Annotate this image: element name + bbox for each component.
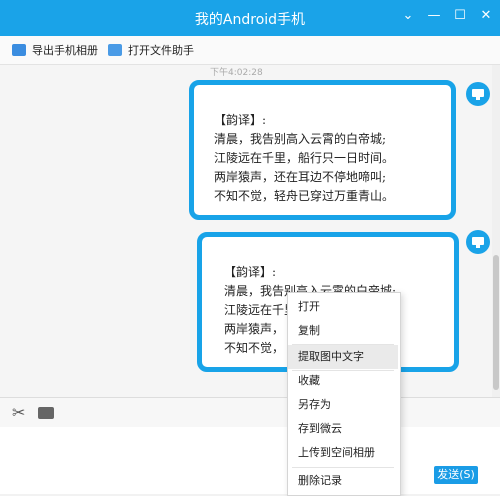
input-toolbar: ✂ [0,397,500,428]
scissors-icon[interactable]: ✂ [12,403,25,422]
export-album-button[interactable]: 导出手机相册 [12,42,98,58]
chat-area: 下午4:02:28 【韵译】: 清晨，我告别高入云霄的白帝城; 江陵远在千里，船… [0,65,492,397]
scrollbar-thumb[interactable] [493,255,499,390]
message-timestamp: 下午4:02:28 [210,68,263,78]
close-icon[interactable]: ✕ [478,8,494,23]
menu-divider [292,467,394,468]
minimize-icon[interactable]: — [426,8,442,23]
message-input[interactable] [0,427,500,494]
menu-item-delete-record[interactable]: 删除记录 [288,469,398,493]
message-line: 【韵译】: [214,113,267,127]
menu-item-save-to-weiyun[interactable]: 存到微云 [288,417,398,441]
message-line: 【韵译】: [224,265,277,279]
export-album-label: 导出手机相册 [32,44,98,57]
menu-item-favorite[interactable]: 收藏 [288,369,398,393]
message-line: 江陵远在千里，船行只一日时间。 [214,151,395,165]
open-file-assistant-button[interactable]: 打开文件助手 [108,42,194,58]
context-menu: 打开 复制 提取图中文字 收藏 另存为 存到微云 上传到空间相册 删除记录 [287,292,401,496]
title-bar: 我的Android手机 ⌄ — ☐ ✕ [0,0,500,36]
folder-icon[interactable] [38,407,54,419]
message-bubble[interactable]: 【韵译】: 清晨，我告别高入云霄的白帝城; 江陵远在千里，船行只一日时间。 两岸… [189,80,456,220]
device-avatar-icon[interactable] [466,230,490,254]
menu-item-save-as[interactable]: 另存为 [288,393,398,417]
message-line: 不知不觉，轻舟已穿过万重青山。 [214,189,395,203]
message-line: 两岸猿声，还在耳边不停地啼叫; [214,170,387,184]
menu-item-extract-text[interactable]: 提取图中文字 [288,345,398,369]
photo-export-icon [12,44,26,56]
menu-item-upload-album[interactable]: 上传到空间相册 [288,441,398,465]
menu-item-copy[interactable]: 复制 [288,319,398,343]
device-avatar-icon[interactable] [466,82,490,106]
chat-scrollbar[interactable] [492,65,500,397]
message-line: 清晨，我告别高入云霄的白帝城; [214,132,387,146]
menu-item-open[interactable]: 打开 [288,295,398,319]
folder-icon [108,44,122,56]
maximize-icon[interactable]: ☐ [452,8,468,23]
chevron-down-icon[interactable]: ⌄ [400,8,416,23]
toolbar: 导出手机相册 打开文件助手 [0,36,500,65]
open-file-assistant-label: 打开文件助手 [128,44,194,57]
window-controls: ⌄ — ☐ ✕ [400,8,494,23]
send-button[interactable]: 发送(S) [434,466,478,484]
